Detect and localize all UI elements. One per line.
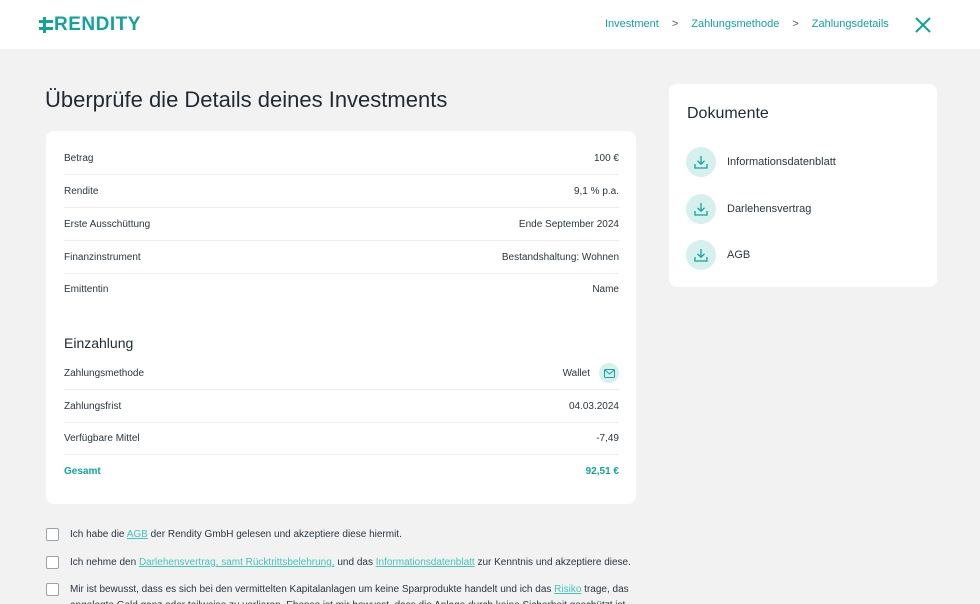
documents-title: Dokumente <box>687 105 769 122</box>
chevron-right-icon: > <box>792 18 799 30</box>
payment-value: Wallet <box>563 363 619 383</box>
rendity-logo[interactable]: RENDITY <box>39 13 141 37</box>
detail-value: Name <box>592 284 619 295</box>
total-value: 92,51 € <box>585 466 619 477</box>
detail-label: Finanzinstrument <box>64 251 141 263</box>
page-title: Überprüfe die Details deines Investments <box>45 87 448 112</box>
detail-value: Bestandshaltung: Wohnen <box>501 251 619 263</box>
consent-text: Mir ist bewusst, dass es sich bei den ve… <box>70 582 646 604</box>
download-icon <box>686 240 716 270</box>
payment-row-zahlungsfrist: Zahlungsfrist 04.03.2024 <box>64 390 619 423</box>
consent-risiko-checkbox[interactable] <box>46 583 59 596</box>
detail-value: Ende September 2024 <box>518 218 619 230</box>
darlehensvertrag-link[interactable]: Darlehensvertrag, samt Rücktrittsbelehru… <box>139 557 335 568</box>
consent-darlehensvertrag: Ich nehme den Darlehensvertrag, samt Rüc… <box>46 556 646 571</box>
consent-darlehensvertrag-checkbox[interactable] <box>46 556 59 569</box>
document-darlehensvertrag[interactable]: Darlehensvertrag <box>686 194 811 224</box>
detail-row-finanzinstrument: Finanzinstrument Bestandshaltung: Wohnen <box>64 241 619 274</box>
wallet-icon <box>599 363 619 383</box>
payment-value: -7,49 <box>596 432 619 444</box>
breadcrumb-zahlungsdetails[interactable]: Zahlungsdetails <box>812 18 889 30</box>
payment-label: Verfügbare Mittel <box>64 432 140 444</box>
detail-row-emittentin: Emittentin Name <box>64 273 619 306</box>
consent-risiko: Mir ist bewusst, dass es sich bei den ve… <box>46 583 646 604</box>
consent-text: Ich nehme den Darlehensvertrag, samt Rüc… <box>70 555 631 571</box>
consent-text: Ich habe die AGB der Rendity GmbH gelese… <box>70 527 402 543</box>
agb-link[interactable]: AGB <box>127 529 148 540</box>
investment-details-card: Betrag 100 € Rendite 9,1 % p.a. Erste Au… <box>46 131 636 504</box>
payment-row-zahlungsmethode: Zahlungsmethode Wallet <box>64 357 619 390</box>
download-icon <box>686 194 716 224</box>
consent-text-part: Ich nehme den <box>70 557 139 568</box>
close-button[interactable] <box>913 15 933 35</box>
document-agb[interactable]: AGB <box>686 240 750 270</box>
consent-text-part: zur Kenntnis und akzeptiere diese. <box>474 557 631 568</box>
risiko-link[interactable]: Risiko <box>554 584 581 595</box>
document-label: Informationsdatenblatt <box>727 156 836 168</box>
close-icon <box>915 17 931 33</box>
detail-value: 9,1 % p.a. <box>573 185 619 197</box>
consent-text-part: Ich habe die <box>70 529 127 540</box>
payment-row-gesamt: Gesamt 92,51 € <box>64 455 619 488</box>
chevron-right-icon: > <box>671 18 679 30</box>
total-label: Gesamt <box>64 466 101 477</box>
logo-text: RENDITY <box>54 14 141 35</box>
detail-label: Emittentin <box>64 284 109 295</box>
detail-value: 100 € <box>593 152 619 164</box>
consent-agb-checkbox[interactable] <box>46 528 59 541</box>
consent-agb: Ich habe die AGB der Rendity GmbH gelese… <box>46 528 646 543</box>
consent-text-part: Mir ist bewusst, dass es sich bei den ve… <box>70 584 555 595</box>
payment-label: Zahlungsfrist <box>64 400 122 412</box>
breadcrumb: Investment > Zahlungsmethode > Zahlungsd… <box>605 18 889 30</box>
document-label: AGB <box>727 249 751 261</box>
payment-value: 04.03.2024 <box>568 400 619 412</box>
payment-row-verfuegbare-mittel: Verfügbare Mittel -7,49 <box>64 422 619 455</box>
download-icon <box>686 147 716 177</box>
breadcrumb-zahlungsmethode[interactable]: Zahlungsmethode <box>691 18 779 30</box>
detail-label: Erste Ausschüttung <box>64 218 151 230</box>
consent-text-part: der Rendity GmbH gelesen und akzeptiere … <box>147 529 402 540</box>
payment-method-value: Wallet <box>562 367 590 379</box>
documents-card: Dokumente Informationsdatenblatt Darlehe… <box>669 84 937 287</box>
detail-label: Betrag <box>64 152 94 164</box>
detail-label: Rendite <box>64 185 99 197</box>
payment-label: Zahlungsmethode <box>64 367 145 379</box>
detail-row-erste-ausschuettung: Erste Ausschüttung Ende September 2024 <box>64 208 619 241</box>
payment-section-title: Einzahlung <box>64 335 134 351</box>
document-informationsdatenblatt[interactable]: Informationsdatenblatt <box>686 147 836 177</box>
detail-row-betrag: Betrag 100 € <box>64 142 619 175</box>
logo-mark-icon <box>39 17 53 33</box>
informationsdatenblatt-link[interactable]: Informationsdatenblatt <box>376 557 475 568</box>
consent-text-part: und das <box>334 557 376 568</box>
top-bar: RENDITY Investment > Zahlungsmethode > Z… <box>0 0 980 49</box>
breadcrumb-investment[interactable]: Investment <box>605 18 659 30</box>
detail-row-rendite: Rendite 9,1 % p.a. <box>64 175 619 208</box>
document-label: Darlehensvertrag <box>727 203 812 215</box>
